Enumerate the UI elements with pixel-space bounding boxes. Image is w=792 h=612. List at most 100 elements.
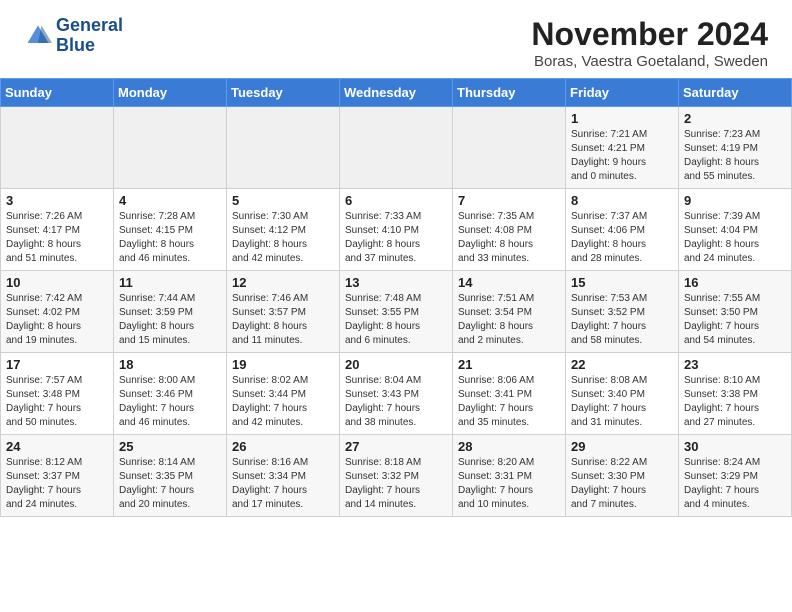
day-info: Sunrise: 8:06 AM Sunset: 3:41 PM Dayligh…: [458, 374, 560, 430]
day-number: 8: [571, 193, 673, 208]
day-info: Sunrise: 8:10 AM Sunset: 3:38 PM Dayligh…: [684, 374, 786, 430]
weekday-header-tuesday: Tuesday: [227, 79, 340, 107]
day-number: 1: [571, 111, 673, 126]
day-number: 23: [684, 357, 786, 372]
week-row-2: 3 Sunrise: 7:26 AM Sunset: 4:17 PM Daylig…: [1, 189, 792, 271]
day-number: 29: [571, 439, 673, 454]
day-info: Sunrise: 8:04 AM Sunset: 3:43 PM Dayligh…: [345, 374, 447, 430]
logo: General Blue: [24, 16, 123, 56]
day-number: 7: [458, 193, 560, 208]
day-cell: [114, 107, 227, 189]
day-number: 15: [571, 275, 673, 290]
weekday-header-thursday: Thursday: [453, 79, 566, 107]
day-number: 14: [458, 275, 560, 290]
day-cell: 18Sunrise: 8:00 AM Sunset: 3:46 PM Dayli…: [114, 353, 227, 435]
week-row-4: 17Sunrise: 7:57 AM Sunset: 3:48 PM Dayli…: [1, 353, 792, 435]
day-info: Sunrise: 7:33 AM Sunset: 4:10 PM Dayligh…: [345, 210, 447, 266]
day-number: 25: [119, 439, 221, 454]
day-info: Sunrise: 8:20 AM Sunset: 3:31 PM Dayligh…: [458, 456, 560, 512]
day-cell: 24 Sunrise: 8:12 AM Sunset: 3:37 PM Dayli…: [1, 435, 114, 517]
day-cell: 29 Sunrise: 8:22 AM Sunset: 3:30 PM Dayli…: [566, 435, 679, 517]
day-number: 16: [684, 275, 786, 290]
page-header: General Blue November 2024 Boras, Vaestr…: [0, 0, 792, 78]
weekday-header-monday: Monday: [114, 79, 227, 107]
day-cell: 5 Sunrise: 7:30 AM Sunset: 4:12 PM Daylig…: [227, 189, 340, 271]
day-cell: 30 Sunrise: 8:24 AM Sunset: 3:29 PM Dayli…: [679, 435, 792, 517]
day-number: 4: [119, 193, 221, 208]
day-cell: 14 Sunrise: 7:51 AM Sunset: 3:54 PM Dayli…: [453, 271, 566, 353]
day-info: Sunrise: 7:30 AM Sunset: 4:12 PM Dayligh…: [232, 210, 334, 266]
day-info: Sunrise: 8:24 AM Sunset: 3:29 PM Dayligh…: [684, 456, 786, 512]
day-cell: 20Sunrise: 8:04 AM Sunset: 3:43 PM Dayli…: [340, 353, 453, 435]
day-cell: 22 Sunrise: 8:08 AM Sunset: 3:40 PM Dayli…: [566, 353, 679, 435]
day-info: Sunrise: 8:14 AM Sunset: 3:35 PM Dayligh…: [119, 456, 221, 512]
day-cell: [1, 107, 114, 189]
day-number: 12: [232, 275, 334, 290]
day-info: Sunrise: 7:57 AM Sunset: 3:48 PM Dayligh…: [6, 374, 108, 430]
day-cell: [340, 107, 453, 189]
day-info: Sunrise: 8:02 AM Sunset: 3:44 PM Dayligh…: [232, 374, 334, 430]
day-info: Sunrise: 7:42 AM Sunset: 4:02 PM Dayligh…: [6, 292, 108, 348]
logo-icon: [24, 22, 52, 50]
day-number: 5: [232, 193, 334, 208]
day-number: 30: [684, 439, 786, 454]
day-cell: 4Sunrise: 7:28 AM Sunset: 4:15 PM Daylig…: [114, 189, 227, 271]
day-cell: 11 Sunrise: 7:44 AM Sunset: 3:59 PM Dayli…: [114, 271, 227, 353]
day-cell: 13Sunrise: 7:48 AM Sunset: 3:55 PM Dayli…: [340, 271, 453, 353]
day-cell: 26 Sunrise: 8:16 AM Sunset: 3:34 PM Dayli…: [227, 435, 340, 517]
weekday-header-wednesday: Wednesday: [340, 79, 453, 107]
day-info: Sunrise: 7:44 AM Sunset: 3:59 PM Dayligh…: [119, 292, 221, 348]
day-number: 24: [6, 439, 108, 454]
logo-line2: Blue: [56, 36, 123, 56]
day-number: 10: [6, 275, 108, 290]
weekday-header-sunday: Sunday: [1, 79, 114, 107]
calendar: SundayMondayTuesdayWednesdayThursdayFrid…: [0, 78, 792, 517]
day-info: Sunrise: 8:16 AM Sunset: 3:34 PM Dayligh…: [232, 456, 334, 512]
week-row-3: 10 Sunrise: 7:42 AM Sunset: 4:02 PM Dayli…: [1, 271, 792, 353]
weekday-header-row: SundayMondayTuesdayWednesdayThursdayFrid…: [1, 79, 792, 107]
week-row-5: 24 Sunrise: 8:12 AM Sunset: 3:37 PM Dayli…: [1, 435, 792, 517]
day-number: 19: [232, 357, 334, 372]
day-number: 11: [119, 275, 221, 290]
day-info: Sunrise: 7:23 AM Sunset: 4:19 PM Dayligh…: [684, 128, 786, 184]
logo-line1: General: [56, 16, 123, 36]
day-number: 26: [232, 439, 334, 454]
day-info: Sunrise: 7:51 AM Sunset: 3:54 PM Dayligh…: [458, 292, 560, 348]
day-cell: 2 Sunrise: 7:23 AM Sunset: 4:19 PM Daylig…: [679, 107, 792, 189]
day-cell: 25 Sunrise: 8:14 AM Sunset: 3:35 PM Dayli…: [114, 435, 227, 517]
day-number: 9: [684, 193, 786, 208]
day-info: Sunrise: 7:48 AM Sunset: 3:55 PM Dayligh…: [345, 292, 447, 348]
month-title: November 2024: [531, 16, 768, 53]
day-cell: 8 Sunrise: 7:37 AM Sunset: 4:06 PM Daylig…: [566, 189, 679, 271]
title-block: November 2024 Boras, Vaestra Goetaland, …: [531, 16, 768, 70]
day-info: Sunrise: 7:26 AM Sunset: 4:17 PM Dayligh…: [6, 210, 108, 266]
day-info: Sunrise: 7:53 AM Sunset: 3:52 PM Dayligh…: [571, 292, 673, 348]
day-info: Sunrise: 8:12 AM Sunset: 3:37 PM Dayligh…: [6, 456, 108, 512]
day-number: 28: [458, 439, 560, 454]
day-cell: 10 Sunrise: 7:42 AM Sunset: 4:02 PM Dayli…: [1, 271, 114, 353]
day-info: Sunrise: 7:37 AM Sunset: 4:06 PM Dayligh…: [571, 210, 673, 266]
day-number: 22: [571, 357, 673, 372]
day-number: 3: [6, 193, 108, 208]
day-info: Sunrise: 7:21 AM Sunset: 4:21 PM Dayligh…: [571, 128, 673, 184]
week-row-1: 1 Sunrise: 7:21 AM Sunset: 4:21 PM Daylig…: [1, 107, 792, 189]
day-info: Sunrise: 8:08 AM Sunset: 3:40 PM Dayligh…: [571, 374, 673, 430]
day-info: Sunrise: 7:39 AM Sunset: 4:04 PM Dayligh…: [684, 210, 786, 266]
day-number: 2: [684, 111, 786, 126]
day-number: 18: [119, 357, 221, 372]
day-cell: 28 Sunrise: 8:20 AM Sunset: 3:31 PM Dayli…: [453, 435, 566, 517]
logo-text: General Blue: [56, 16, 123, 56]
weekday-header-saturday: Saturday: [679, 79, 792, 107]
day-cell: 21Sunrise: 8:06 AM Sunset: 3:41 PM Dayli…: [453, 353, 566, 435]
day-number: 6: [345, 193, 447, 208]
day-cell: 7Sunrise: 7:35 AM Sunset: 4:08 PM Daylig…: [453, 189, 566, 271]
weekday-header-friday: Friday: [566, 79, 679, 107]
day-cell: 9 Sunrise: 7:39 AM Sunset: 4:04 PM Daylig…: [679, 189, 792, 271]
location: Boras, Vaestra Goetaland, Sweden: [531, 53, 768, 70]
day-cell: 19 Sunrise: 8:02 AM Sunset: 3:44 PM Dayli…: [227, 353, 340, 435]
day-cell: 6 Sunrise: 7:33 AM Sunset: 4:10 PM Daylig…: [340, 189, 453, 271]
day-cell: 1 Sunrise: 7:21 AM Sunset: 4:21 PM Daylig…: [566, 107, 679, 189]
day-cell: 16 Sunrise: 7:55 AM Sunset: 3:50 PM Dayli…: [679, 271, 792, 353]
day-info: Sunrise: 7:55 AM Sunset: 3:50 PM Dayligh…: [684, 292, 786, 348]
day-info: Sunrise: 8:22 AM Sunset: 3:30 PM Dayligh…: [571, 456, 673, 512]
